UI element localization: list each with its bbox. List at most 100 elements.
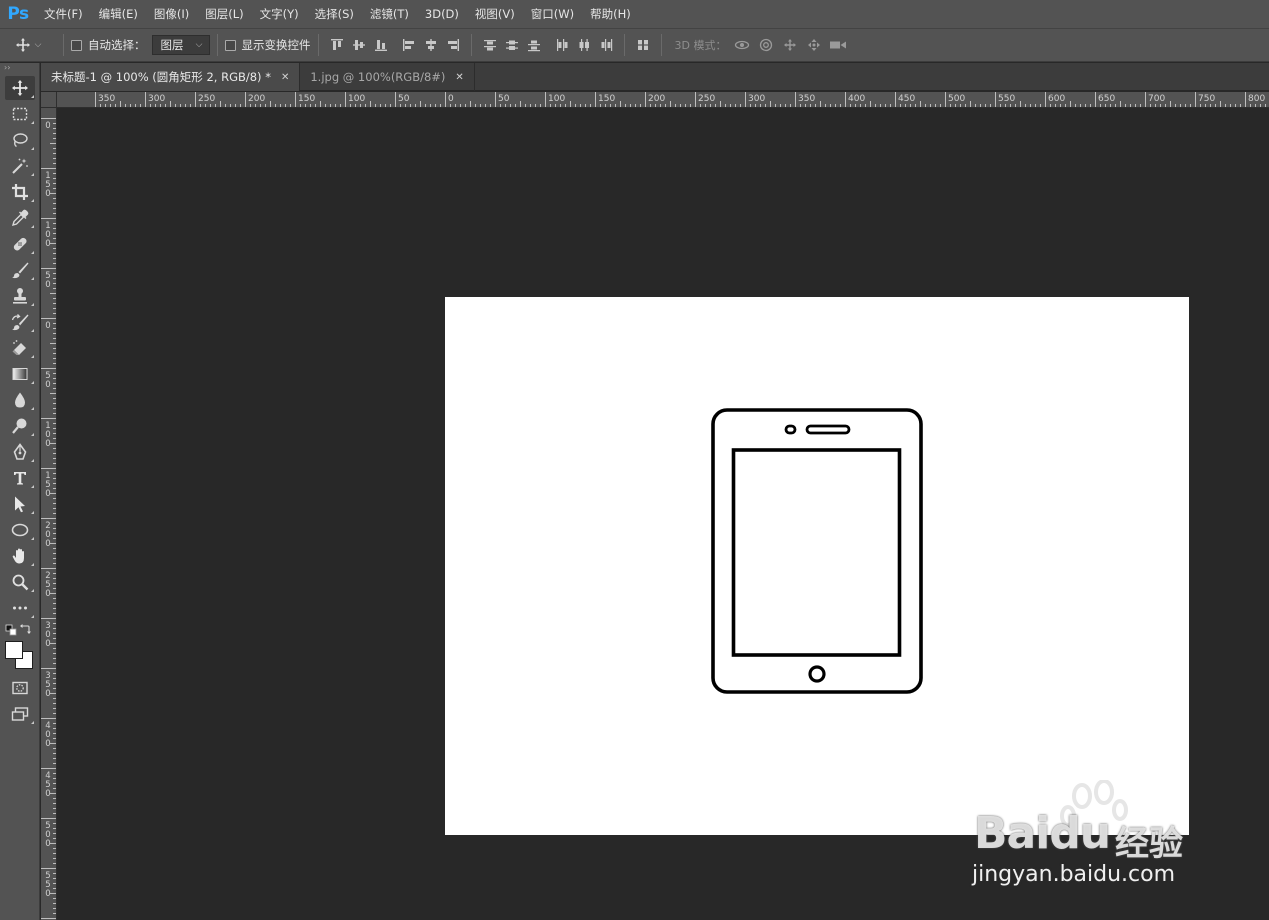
menu-image[interactable]: 图像(I) <box>146 0 197 28</box>
ruler-tick <box>675 104 676 107</box>
ruler-tick <box>53 548 56 549</box>
hand-tool[interactable] <box>0 543 40 569</box>
lasso-tool[interactable] <box>0 127 40 153</box>
ruler-tick <box>775 104 776 107</box>
swap-colors-icon[interactable] <box>19 624 31 636</box>
ruler-label: 100 <box>45 221 51 249</box>
menu-3d[interactable]: 3D(D) <box>417 0 467 28</box>
vertical-ruler[interactable]: 0150100500501001502002503003504004505005… <box>41 108 57 920</box>
ruler-tick <box>1120 101 1121 107</box>
ruler-label: 500 <box>45 821 51 849</box>
menu-layer[interactable]: 图层(L) <box>197 0 251 28</box>
align-top-icon[interactable] <box>326 33 348 57</box>
menu-filter[interactable]: 滤镜(T) <box>362 0 417 28</box>
ruler-tick <box>820 101 821 107</box>
ruler-tick <box>220 101 221 107</box>
watermark-suffix: 经验 <box>1115 824 1183 864</box>
align-bottom-icon[interactable] <box>370 33 392 57</box>
3d-scale-camera-icon[interactable] <box>826 33 850 57</box>
dodge-tool[interactable] <box>0 413 40 439</box>
menu-help[interactable]: 帮助(H) <box>582 0 639 28</box>
history-brush-tool[interactable] <box>0 309 40 335</box>
default-colors-icon[interactable] <box>5 624 17 636</box>
brush-tool[interactable] <box>0 257 40 283</box>
ruler-tick <box>53 698 56 699</box>
tablet-shape[interactable] <box>711 408 923 694</box>
path-selection-tool[interactable] <box>0 491 40 517</box>
menu-view[interactable]: 视图(V) <box>467 0 523 28</box>
close-icon[interactable]: ✕ <box>281 72 289 83</box>
ruler-tick <box>685 104 686 107</box>
ruler-tick <box>180 104 181 107</box>
ruler-tick <box>285 104 286 107</box>
ruler-tick <box>53 773 56 774</box>
ruler-tick <box>53 238 56 239</box>
align-right-icon[interactable] <box>442 33 464 57</box>
quick-mask-button[interactable] <box>0 675 40 701</box>
menu-type[interactable]: 文字(Y) <box>252 0 307 28</box>
tool-preset-picker[interactable]: ⌵ <box>0 28 56 62</box>
ruler-origin[interactable] <box>41 92 57 108</box>
menu-window[interactable]: 窗口(W) <box>523 0 582 28</box>
checkbox-box[interactable] <box>71 39 82 51</box>
ruler-tick <box>730 104 731 107</box>
eraser-tool[interactable] <box>0 335 40 361</box>
menu-file[interactable]: 文件(F) <box>36 0 91 28</box>
3d-roll-icon[interactable] <box>754 33 778 57</box>
pen-tool[interactable] <box>0 439 40 465</box>
screen-mode-button[interactable] <box>0 701 40 727</box>
checkbox-box[interactable] <box>224 39 236 51</box>
tab-1-jpg[interactable]: 1.jpg @ 100%(RGB/8#) ✕ <box>300 63 475 91</box>
close-icon[interactable]: ✕ <box>455 72 463 83</box>
panel-collapse-icon[interactable]: ›› <box>0 63 39 75</box>
show-transform-checkbox[interactable]: 显示变换控件 <box>224 37 311 53</box>
ruler-tick <box>615 104 616 107</box>
ruler-tick <box>975 104 976 107</box>
distribute-bottom-icon[interactable] <box>523 33 545 57</box>
ruler-tick <box>53 298 56 299</box>
eyedropper-tool[interactable] <box>0 205 40 231</box>
distribute-horizontal-center-icon[interactable] <box>573 33 595 57</box>
ruler-tick <box>1180 104 1181 107</box>
auto-align-layers-icon[interactable] <box>632 33 654 57</box>
edit-toolbar-button[interactable] <box>0 595 40 621</box>
move-tool[interactable] <box>0 75 40 101</box>
auto-select-checkbox[interactable]: 自动选择： <box>71 37 146 53</box>
auto-select-target-dropdown[interactable]: 图层 ⌵ <box>151 35 210 55</box>
distribute-left-icon[interactable] <box>551 33 573 57</box>
zoom-tool[interactable] <box>0 569 40 595</box>
magic-wand-tool[interactable] <box>0 153 40 179</box>
gradient-tool[interactable] <box>0 361 40 387</box>
ruler-tick <box>780 104 781 107</box>
align-vertical-center-icon[interactable] <box>348 33 370 57</box>
align-horizontal-center-icon[interactable] <box>420 33 442 57</box>
ruler-tick <box>1260 104 1261 107</box>
menu-edit[interactable]: 编辑(E) <box>91 0 146 28</box>
align-left-icon[interactable] <box>398 33 420 57</box>
distribute-top-icon[interactable] <box>479 33 501 57</box>
shape-tool[interactable] <box>0 517 40 543</box>
ruler-tick <box>41 518 56 519</box>
3d-rotate-icon[interactable] <box>730 33 754 57</box>
marquee-tool[interactable] <box>0 101 40 127</box>
clone-stamp-tool[interactable] <box>0 283 40 309</box>
tab-untitled-1[interactable]: 未标题-1 @ 100% (圆角矩形 2, RGB/8) * ✕ <box>41 63 301 91</box>
horizontal-ruler[interactable]: 350 300 250 200 150 100 50 0 50 100 150 200 250 300 35… <box>41 92 1269 108</box>
3d-slide-icon[interactable] <box>802 33 826 57</box>
menu-select[interactable]: 选择(S) <box>307 0 362 28</box>
ruler-tick <box>41 368 56 369</box>
distribute-vertical-center-icon[interactable] <box>501 33 523 57</box>
ruler-tick <box>435 104 436 107</box>
ruler-tick <box>53 353 56 354</box>
distribute-right-icon[interactable] <box>595 33 617 57</box>
foreground-color-swatch[interactable] <box>5 641 23 659</box>
healing-brush-tool[interactable] <box>0 231 40 257</box>
ruler-tick <box>50 593 56 594</box>
ruler-tick <box>53 523 56 524</box>
blur-tool[interactable] <box>0 387 40 413</box>
3d-pan-icon[interactable] <box>778 33 802 57</box>
crop-tool[interactable] <box>0 179 40 205</box>
ruler-tick <box>1145 92 1146 107</box>
type-tool[interactable] <box>0 465 40 491</box>
ruler-tick <box>50 793 56 794</box>
